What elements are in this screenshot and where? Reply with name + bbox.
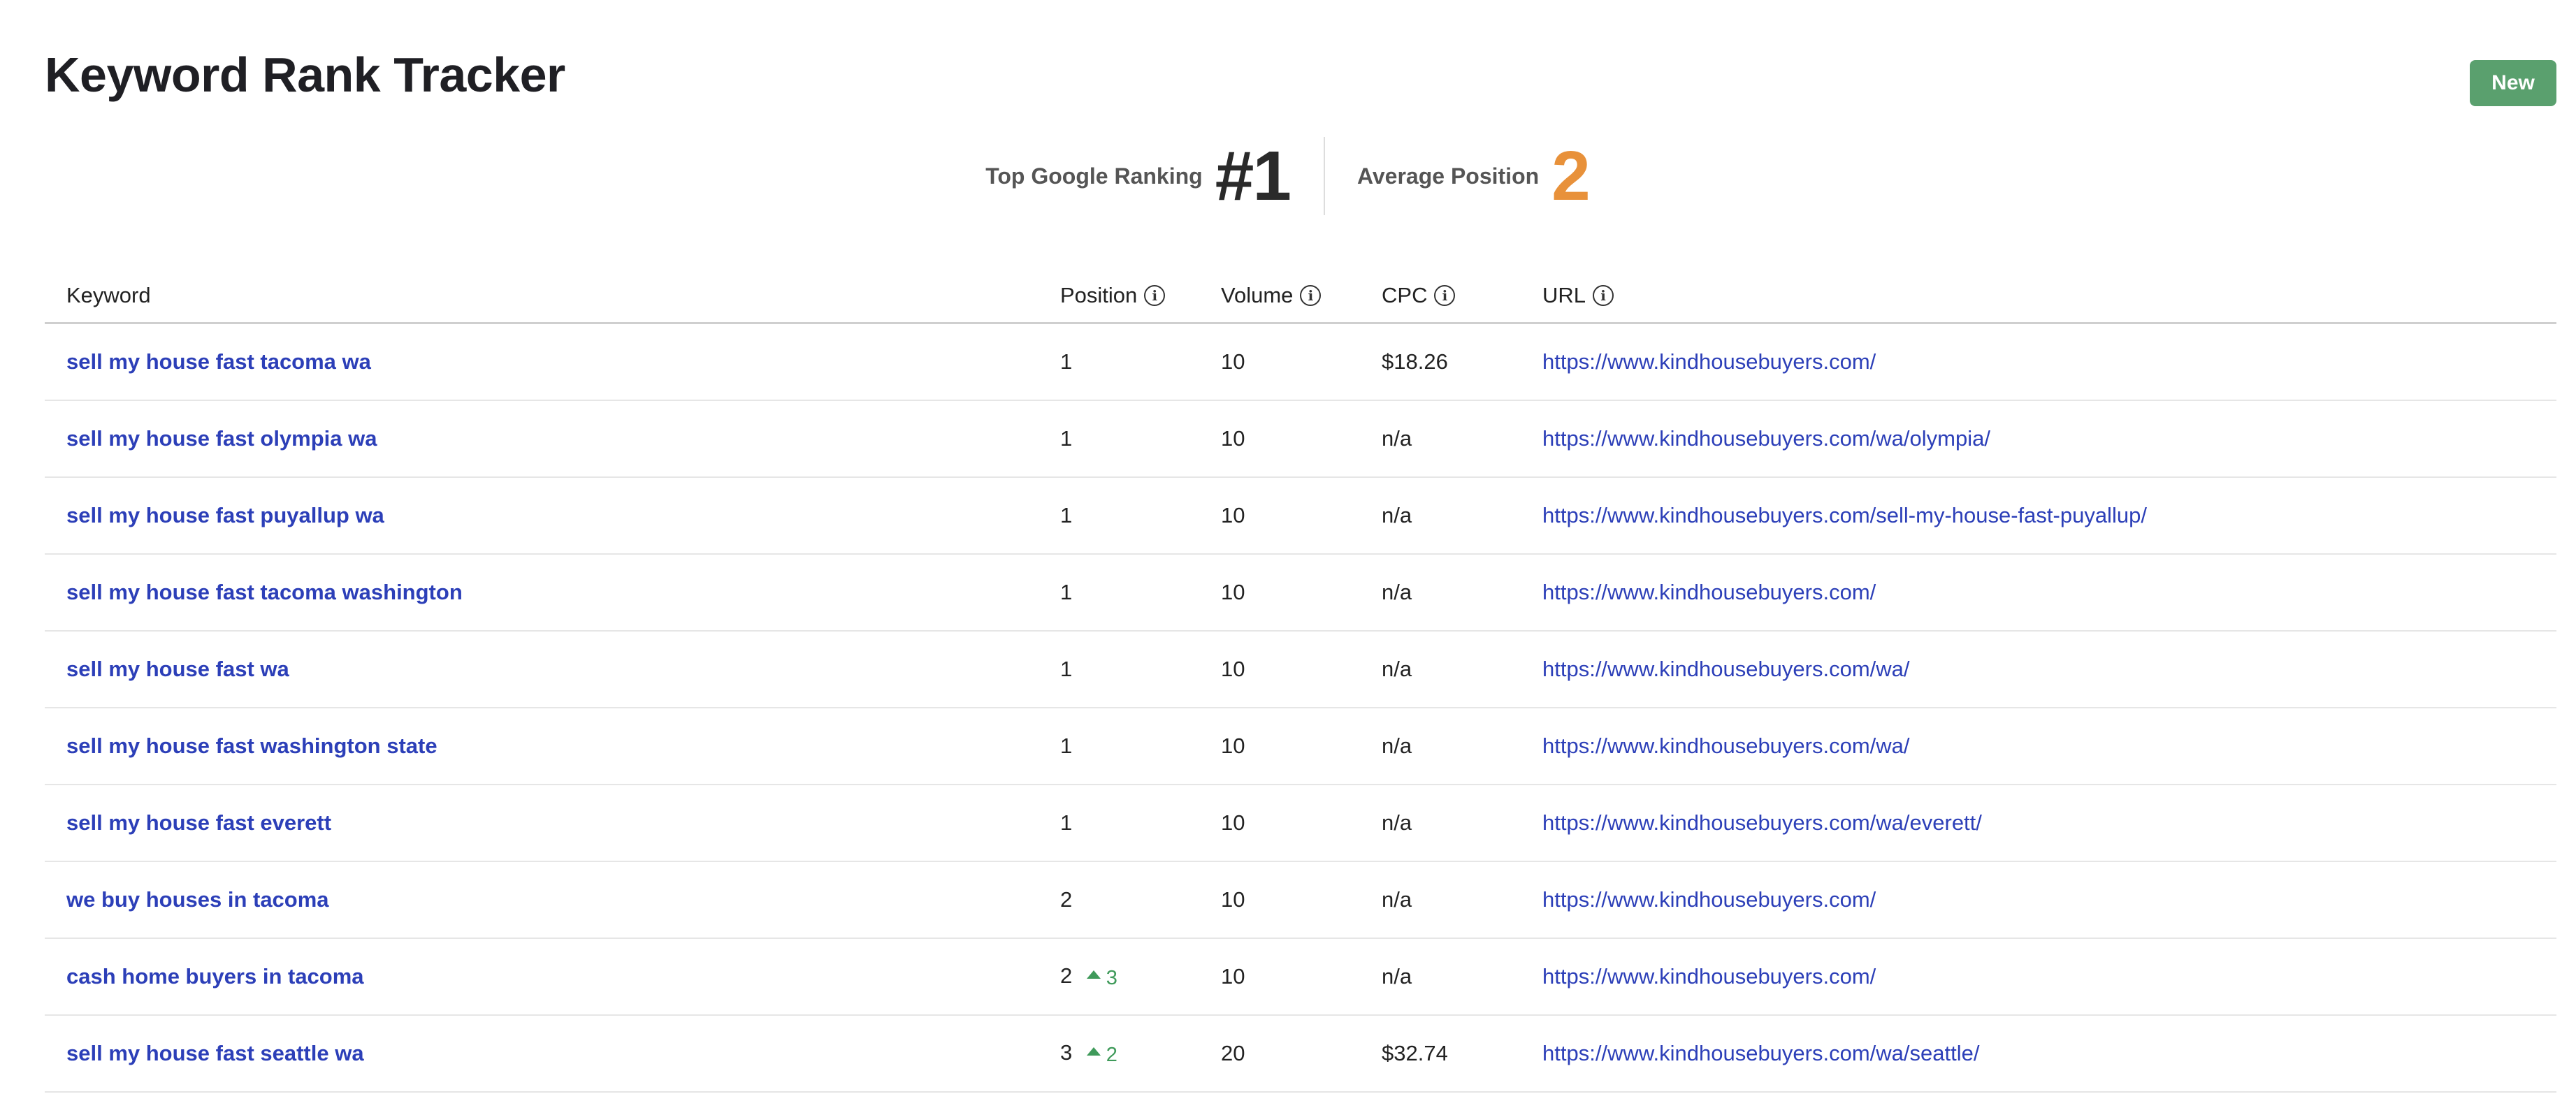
keyword-link[interactable]: sell my house fast tacoma wa <box>66 349 371 374</box>
average-position-stat: Average Position 2 <box>1357 137 1591 215</box>
keyword-link[interactable]: we buy houses in tacoma <box>66 887 329 912</box>
volume-value: 10 <box>1221 349 1245 374</box>
position-value: 1 <box>1060 580 1073 604</box>
cpc-value: n/a <box>1382 426 1412 451</box>
url-link[interactable]: https://www.kindhousebuyers.com/ <box>1542 964 1876 989</box>
position-value: 1 <box>1060 426 1073 451</box>
column-header-keyword-label: Keyword <box>66 282 151 307</box>
table-row: sell my house fast puyallup wa 1 10 n/a … <box>45 478 2556 555</box>
position-value: 2 <box>1060 963 1073 988</box>
column-header-url[interactable]: URL i <box>1542 283 2556 308</box>
keyword-link[interactable]: sell my house fast seattle wa <box>66 1041 364 1065</box>
url-link[interactable]: https://www.kindhousebuyers.com/wa/ <box>1542 734 1910 758</box>
volume-info-icon[interactable]: i <box>1300 284 1322 306</box>
average-position-value: 2 <box>1551 137 1591 215</box>
position-value: 1 <box>1060 349 1073 374</box>
keyword-link[interactable]: sell my house fast wa <box>66 657 289 681</box>
position-value: 1 <box>1060 734 1073 758</box>
position-value: 1 <box>1060 657 1073 681</box>
url-link[interactable]: https://www.kindhousebuyers.com/sell-my-… <box>1542 503 2147 527</box>
cpc-info-icon[interactable]: i <box>1434 284 1456 306</box>
volume-value: 20 <box>1221 1041 1245 1065</box>
cpc-value: $32.74 <box>1382 1041 1448 1065</box>
volume-value: 10 <box>1221 426 1245 451</box>
keyword-link[interactable]: cash home buyers in tacoma <box>66 964 364 989</box>
volume-value: 10 <box>1221 887 1245 912</box>
average-position-label: Average Position <box>1356 163 1540 189</box>
column-header-position-label: Position <box>1060 282 1138 307</box>
cpc-value: n/a <box>1382 580 1412 604</box>
keyword-link[interactable]: sell my house fast tacoma washington <box>66 580 463 604</box>
rank-up-arrow-icon <box>1086 970 1101 979</box>
stats-divider <box>1323 137 1325 215</box>
table-row: sell my house fast seattle wa 3 2 20 $32… <box>45 1016 2556 1093</box>
rank-change: 2 <box>1086 1044 1117 1067</box>
position-value: 1 <box>1060 810 1073 835</box>
column-header-volume-label: Volume <box>1221 282 1294 307</box>
position-info-icon[interactable]: i <box>1144 284 1166 306</box>
keyword-table: Keyword Position i Volume i CPC i URL i … <box>45 268 2556 1093</box>
table-row: cash home buyers in tacoma 2 3 10 n/a ht… <box>45 939 2556 1016</box>
column-header-cpc-label: CPC <box>1382 282 1428 307</box>
table-row: sell my house fast tacoma wa 1 10 $18.26… <box>45 324 2556 401</box>
table-row: sell my house fast wa 1 10 n/a https://w… <box>45 632 2556 708</box>
keyword-rank-tracker-page: Keyword Rank Tracker New Top Google Rank… <box>0 0 2576 1101</box>
position-value: 1 <box>1060 503 1073 527</box>
rank-change-value: 3 <box>1106 967 1117 990</box>
volume-value: 10 <box>1221 657 1245 681</box>
rank-up-arrow-icon <box>1086 1047 1101 1056</box>
url-info-icon[interactable]: i <box>1593 284 1614 306</box>
cpc-value: n/a <box>1382 503 1412 527</box>
url-link[interactable]: https://www.kindhousebuyers.com/wa/evere… <box>1542 810 1982 835</box>
url-link[interactable]: https://www.kindhousebuyers.com/ <box>1542 580 1876 604</box>
cpc-value: $18.26 <box>1382 349 1448 374</box>
volume-value: 10 <box>1221 964 1245 989</box>
table-row: sell my house fast washington state 1 10… <box>45 708 2556 785</box>
volume-value: 10 <box>1221 734 1245 758</box>
page-title: Keyword Rank Tracker <box>45 48 565 102</box>
rank-change: 3 <box>1086 967 1117 990</box>
table-row: sell my house fast everett 1 10 n/a http… <box>45 785 2556 862</box>
column-header-position[interactable]: Position i <box>1060 283 1221 308</box>
stats-summary: Top Google Ranking #1 Average Position 2 <box>0 137 2576 215</box>
top-google-ranking-value: #1 <box>1215 137 1291 215</box>
new-button[interactable]: New <box>2470 60 2556 106</box>
column-header-volume[interactable]: Volume i <box>1221 283 1382 308</box>
url-link[interactable]: https://www.kindhousebuyers.com/wa/ <box>1542 657 1910 681</box>
url-link[interactable]: https://www.kindhousebuyers.com/wa/olymp… <box>1542 426 1990 451</box>
column-header-cpc[interactable]: CPC i <box>1382 283 1542 308</box>
cpc-value: n/a <box>1382 657 1412 681</box>
table-header: Keyword Position i Volume i CPC i URL i <box>45 268 2556 324</box>
volume-value: 10 <box>1221 580 1245 604</box>
cpc-value: n/a <box>1382 887 1412 912</box>
cpc-value: n/a <box>1382 964 1412 989</box>
column-header-keyword[interactable]: Keyword <box>45 283 1060 308</box>
keyword-link[interactable]: sell my house fast puyallup wa <box>66 503 384 527</box>
table-row: we buy houses in tacoma 2 10 n/a https:/… <box>45 862 2556 939</box>
table-row: sell my house fast olympia wa 1 10 n/a h… <box>45 401 2556 478</box>
rank-change-value: 2 <box>1106 1044 1117 1067</box>
url-link[interactable]: https://www.kindhousebuyers.com/ <box>1542 887 1876 912</box>
position-value: 3 <box>1060 1040 1073 1065</box>
url-link[interactable]: https://www.kindhousebuyers.com/wa/seatt… <box>1542 1041 1979 1065</box>
top-google-ranking-label: Top Google Ranking <box>985 163 1203 189</box>
url-link[interactable]: https://www.kindhousebuyers.com/ <box>1542 349 1876 374</box>
volume-value: 10 <box>1221 503 1245 527</box>
keyword-link[interactable]: sell my house fast everett <box>66 810 331 835</box>
top-google-ranking-stat: Top Google Ranking #1 <box>985 137 1291 215</box>
table-row: sell my house fast tacoma washington 1 1… <box>45 555 2556 632</box>
cpc-value: n/a <box>1382 810 1412 835</box>
cpc-value: n/a <box>1382 734 1412 758</box>
table-body: sell my house fast tacoma wa 1 10 $18.26… <box>45 324 2556 1093</box>
position-value: 2 <box>1060 887 1073 912</box>
column-header-url-label: URL <box>1542 282 1586 307</box>
keyword-link[interactable]: sell my house fast olympia wa <box>66 426 377 451</box>
keyword-link[interactable]: sell my house fast washington state <box>66 734 437 758</box>
volume-value: 10 <box>1221 810 1245 835</box>
